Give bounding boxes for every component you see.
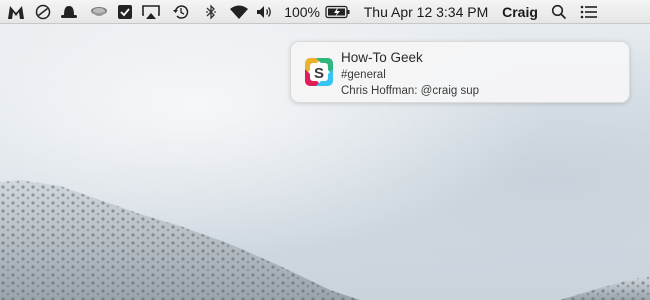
alfred-hat-icon[interactable]	[54, 0, 84, 24]
search-icon[interactable]	[544, 0, 574, 24]
tea-cup-icon[interactable]	[84, 0, 114, 24]
time-machine-icon[interactable]	[166, 0, 196, 24]
notification-banner[interactable]: S How-To Geek #general Chris Hoffman: @c…	[290, 41, 630, 103]
bluetooth-icon[interactable]	[196, 0, 226, 24]
malwarebytes-icon[interactable]	[0, 0, 32, 24]
slack-icon: S	[305, 58, 333, 86]
svg-text:S: S	[314, 65, 324, 82]
clock[interactable]: Thu Apr 12 3:34 PM	[356, 0, 496, 24]
checkmark-app-icon[interactable]	[114, 0, 136, 24]
battery-charging-icon[interactable]	[320, 0, 356, 24]
airplay-icon[interactable]	[136, 0, 166, 24]
notification-title: How-To Geek	[341, 50, 423, 65]
notification-channel: #general	[341, 69, 386, 81]
wifi-icon[interactable]	[226, 0, 252, 24]
notification-center-icon[interactable]	[574, 0, 604, 24]
user-account[interactable]: Craig	[496, 0, 544, 24]
menu-bar: 100% Thu Apr 12 3:34 PM Craig	[0, 0, 650, 24]
notification-message: Chris Hoffman: @craig sup	[341, 85, 480, 97]
battery-percent[interactable]: 100%	[278, 0, 320, 24]
volume-icon[interactable]	[252, 0, 278, 24]
do-not-disturb-icon[interactable]	[32, 0, 54, 24]
